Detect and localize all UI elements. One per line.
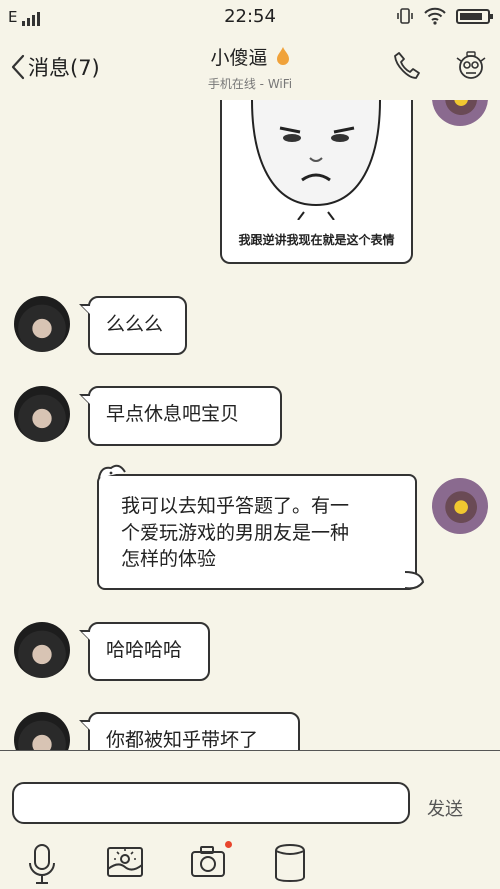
friend-avatar[interactable] <box>14 622 70 678</box>
send-button[interactable]: 发送 <box>427 795 463 821</box>
sticker-message[interactable]: 我跟逆讲我现在就是这个表情 <box>220 100 413 264</box>
battery-icon <box>456 8 493 24</box>
image-icon[interactable] <box>106 845 144 879</box>
friend-avatar[interactable] <box>14 296 70 352</box>
vibrate-icon <box>397 8 413 24</box>
camera-button[interactable] <box>190 841 232 879</box>
meme-face-image <box>251 100 381 221</box>
message-bubble[interactable]: 哈哈哈哈 <box>79 622 210 681</box>
message-bubble[interactable]: 你都被知乎带坏了 <box>79 712 300 750</box>
message-list[interactable]: 我跟逆讲我现在就是这个表情 么么么 早点休息吧宝贝 我可以去知乎答题了。有一 个… <box>0 100 500 750</box>
message-input[interactable] <box>12 782 410 824</box>
message-text-line: 怎样的体验 <box>121 548 217 571</box>
message-text: 哈哈哈哈 <box>106 639 183 661</box>
message-bubble[interactable]: 我可以去知乎答题了。有一 个爱玩游戏的男朋友是一种 怎样的体验 <box>97 464 425 590</box>
message-text-line: 个爱玩游戏的男朋友是一种 <box>121 521 350 544</box>
sticker-caption: 我跟逆讲我现在就是这个表情 <box>238 233 395 247</box>
contact-name: 小傻逼 <box>210 47 268 69</box>
message-bubble[interactable]: 早点休息吧宝贝 <box>79 386 282 446</box>
friend-avatar[interactable] <box>14 712 70 750</box>
my-avatar[interactable] <box>432 100 488 126</box>
message-text: 么么么 <box>106 313 164 335</box>
more-icon[interactable] <box>274 843 306 883</box>
bear-paw-decoration-icon <box>404 571 425 590</box>
microphone-icon[interactable] <box>26 843 58 885</box>
status-bar: E 22:54 <box>0 0 500 34</box>
contact-info[interactable]: 小傻逼 手机在线 - WiFi <box>0 43 500 92</box>
contact-status: 手机在线 - WiFi <box>207 77 293 91</box>
contact-profile-icon[interactable] <box>455 50 487 84</box>
bear-ear-decoration-icon <box>98 464 126 479</box>
notification-dot <box>225 841 232 848</box>
my-avatar[interactable] <box>432 478 488 534</box>
message-bubble[interactable]: 么么么 <box>79 296 187 355</box>
message-text-line: 我可以去知乎答题了。有一 <box>121 495 350 517</box>
phone-icon[interactable] <box>392 50 422 82</box>
wifi-icon <box>424 7 446 25</box>
chat-header: 消息(7) 小傻逼 手机在线 - WiFi <box>0 34 500 100</box>
friend-avatar[interactable] <box>14 386 70 442</box>
camera-icon <box>191 846 225 877</box>
message-text: 你都被知乎带坏了 <box>106 729 259 750</box>
flame-icon <box>276 47 289 65</box>
message-text: 早点休息吧宝贝 <box>106 403 240 425</box>
composer: 发送 <box>0 751 500 889</box>
